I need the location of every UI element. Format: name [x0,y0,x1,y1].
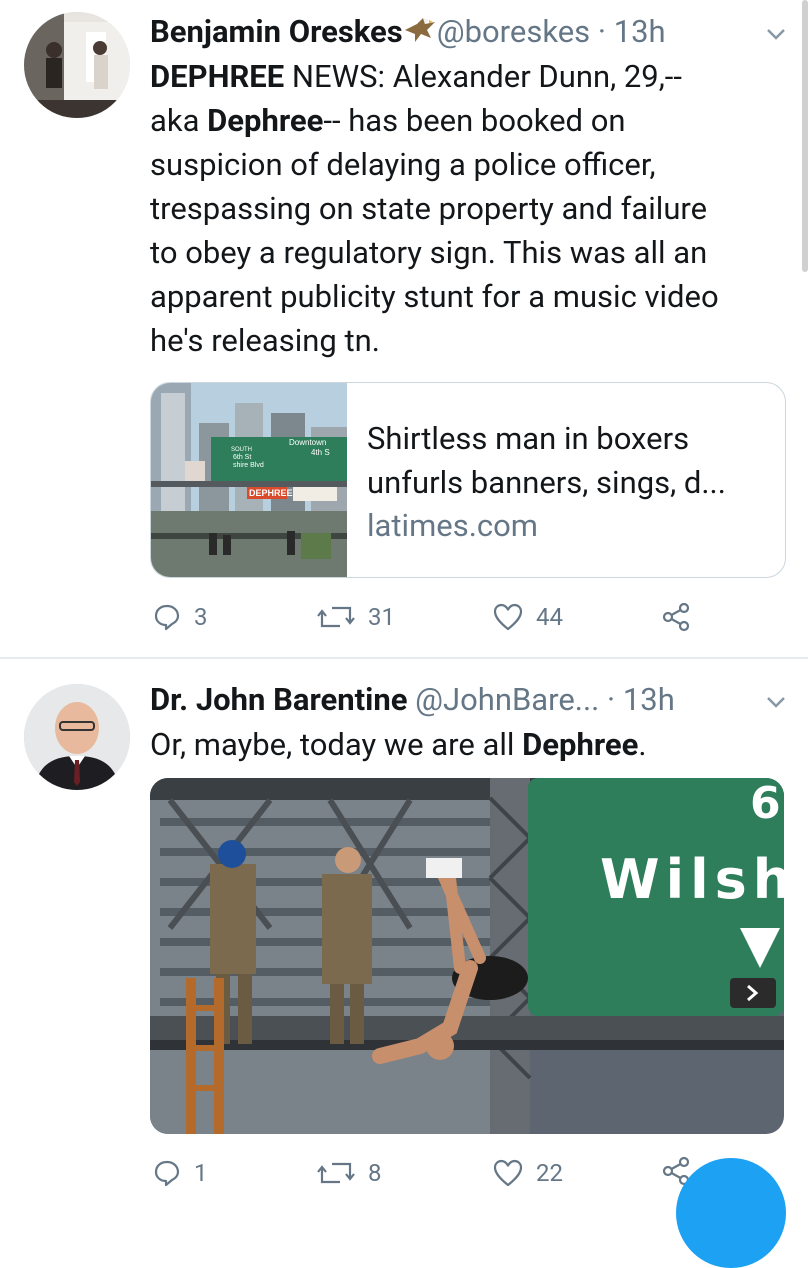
sign-text: Wilsh [600,848,784,911]
author-handle[interactable]: @boreskes [437,13,590,50]
sign-text: SOUTH [231,447,252,453]
bold-text: DEPHREE [150,58,285,95]
chevron-down-icon[interactable] [764,690,788,714]
compose-button[interactable] [676,1158,786,1268]
tweet-1[interactable]: Benjamin Oreskes @boreskes · 13h DEPHREE… [0,0,808,656]
tweet-photo[interactable]: Wilsh 6 [150,778,784,1134]
sign-number: 6 [750,778,781,829]
sign-text: 6th St [233,454,251,461]
banner-text: DEPHREE [249,488,293,498]
divider [0,657,808,659]
sign-text: 4th S [311,448,330,457]
like-count: 44 [536,603,563,631]
tweet-text: Or, maybe, today we are all Dephree. [150,723,790,767]
separator-dot: · [607,681,616,718]
like-count: 22 [536,1159,563,1187]
timestamp[interactable]: 13h [623,681,675,718]
reply-count: 3 [194,603,208,631]
tweet-header: Dr. John Barentine @JohnBare... · 13h [150,682,675,718]
reply-button[interactable]: 1 [152,1158,208,1188]
tweet-2[interactable]: Dr. John Barentine @JohnBare... · 13h Or… [0,660,808,1200]
scrollbar[interactable] [802,0,808,272]
avatar[interactable] [24,12,130,118]
text-segment: . [638,726,647,763]
heart-icon [493,603,523,631]
author-handle[interactable]: @JohnBare... [415,681,599,718]
retweet-button[interactable]: 8 [316,1158,382,1188]
sign-text: shire Blvd [233,462,264,469]
bold-text: Dephree [207,102,324,139]
text-segment: -- has been booked on suspicion of delay… [150,102,719,359]
separator-dot: · [597,13,606,50]
sign-text: Downtown [289,438,326,447]
retweet-count: 31 [368,603,395,631]
retweet-button[interactable]: 31 [316,602,395,632]
reply-icon [154,604,180,631]
like-button[interactable]: 44 [492,602,563,632]
bold-text: Dephree [522,726,639,763]
share-icon [662,602,690,632]
retweet-icon [317,1162,355,1184]
card-thumbnail: Downtown 4th S SOUTH 6th St shire Blvd D… [151,383,347,577]
like-button[interactable]: 22 [492,1158,563,1188]
share-button[interactable] [660,602,704,632]
reply-button[interactable]: 3 [152,602,208,632]
eagle-emoji-icon [403,16,437,46]
link-card[interactable]: Downtown 4th S SOUTH 6th St shire Blvd D… [150,382,786,578]
tweet-header: Benjamin Oreskes @boreskes · 13h [150,14,666,50]
timestamp[interactable]: 13h [614,13,666,50]
author-name[interactable]: Dr. John Barentine [150,681,407,718]
avatar[interactable] [24,684,130,790]
text-segment: Or, maybe, today we are all [150,726,523,763]
retweet-icon [317,606,355,628]
author-name[interactable]: Benjamin Oreskes [150,13,403,50]
card-title[interactable]: Shirtless man in boxers unfurls banners,… [367,417,767,505]
retweet-count: 8 [368,1159,382,1187]
chevron-down-icon[interactable] [764,22,788,46]
heart-icon [493,1159,523,1187]
reply-count: 1 [194,1159,208,1187]
reply-icon [154,1160,180,1187]
tweet-text: DEPHREE NEWS: Alexander Dunn, 29,-- aka … [150,55,790,363]
card-domain[interactable]: latimes.com [367,507,538,544]
